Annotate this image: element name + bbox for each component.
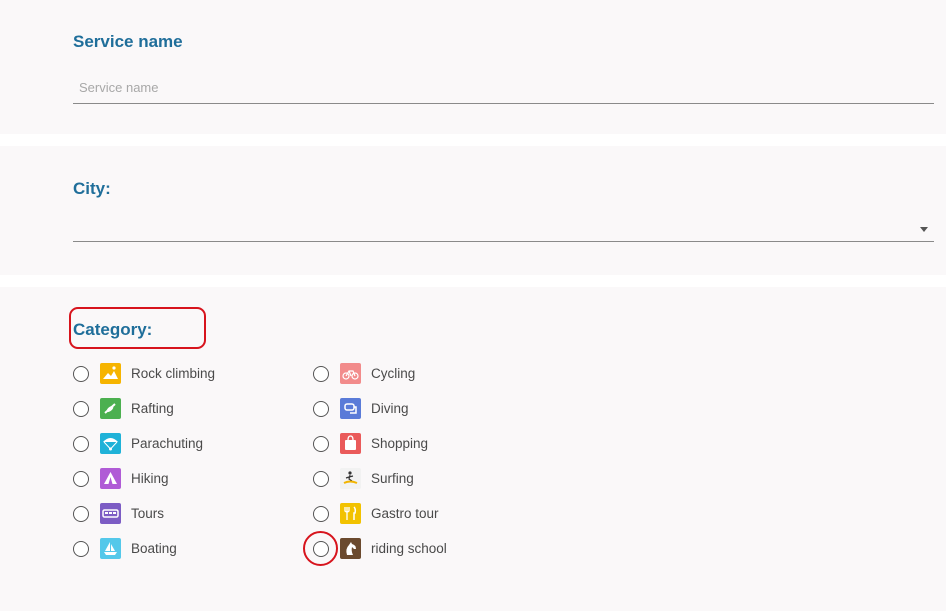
category-label: Parachuting	[131, 436, 204, 451]
category-option-rafting[interactable]: Rafting	[73, 397, 283, 421]
category-label: riding school	[371, 541, 447, 556]
service-name-heading: Service name	[73, 32, 183, 51]
riding-school-radio-annotation-highlight	[303, 531, 338, 566]
category-option-surfing[interactable]: Surfing	[313, 467, 523, 491]
category-option-parachuting[interactable]: Parachuting	[73, 432, 283, 456]
category-option-boating[interactable]: Boating	[73, 537, 283, 561]
category-label: Tours	[131, 506, 165, 521]
radio-button[interactable]	[73, 401, 89, 417]
service-name-input[interactable]	[73, 74, 934, 100]
radio-button[interactable]	[73, 366, 89, 382]
category-annotation-highlight	[69, 307, 206, 349]
shopping-bag-icon	[340, 433, 361, 454]
cutlery-icon	[340, 503, 361, 524]
radio-button[interactable]	[313, 366, 329, 382]
parachute-icon	[100, 433, 121, 454]
category-option-riding-school[interactable]: riding school	[313, 537, 523, 561]
radio-button[interactable]	[73, 436, 89, 452]
radio-button[interactable]	[73, 471, 89, 487]
category-option-rock-climbing[interactable]: Rock climbing	[73, 362, 283, 386]
category-label: Shopping	[371, 436, 429, 451]
category-label: Hiking	[131, 471, 169, 486]
category-label: Boating	[131, 541, 177, 556]
chevron-down-icon[interactable]	[920, 227, 928, 232]
city-select[interactable]	[73, 210, 934, 240]
bicycle-icon	[340, 363, 361, 384]
surfing-icon	[340, 468, 361, 489]
radio-button[interactable]	[313, 401, 329, 417]
category-option-gastro-tour[interactable]: Gastro tour	[313, 502, 523, 526]
category-option-tours[interactable]: Tours	[73, 502, 283, 526]
city-heading: City:	[73, 179, 111, 198]
category-label: Cycling	[371, 366, 416, 381]
service-name-underline	[73, 103, 934, 104]
category-label: Diving	[371, 401, 409, 416]
category-option-cycling[interactable]: Cycling	[313, 362, 523, 386]
category-option-shopping[interactable]: Shopping	[313, 432, 523, 456]
category-option-hiking[interactable]: Hiking	[73, 467, 283, 491]
category-option-diving[interactable]: Diving	[313, 397, 523, 421]
bus-icon	[100, 503, 121, 524]
sailboat-icon	[100, 538, 121, 559]
radio-button[interactable]	[73, 541, 89, 557]
rafting-icon	[100, 398, 121, 419]
rock-climbing-icon	[100, 363, 121, 384]
diving-icon	[340, 398, 361, 419]
city-underline	[73, 241, 934, 242]
radio-button[interactable]	[313, 471, 329, 487]
radio-button[interactable]	[73, 506, 89, 522]
category-label: Gastro tour	[371, 506, 439, 521]
horse-icon	[340, 538, 361, 559]
category-label: Rock climbing	[131, 366, 216, 381]
tent-icon	[100, 468, 121, 489]
category-label: Surfing	[371, 471, 414, 486]
radio-button[interactable]	[313, 506, 329, 522]
category-label: Rafting	[131, 401, 174, 416]
service-name-section	[0, 0, 946, 134]
radio-button[interactable]	[313, 436, 329, 452]
